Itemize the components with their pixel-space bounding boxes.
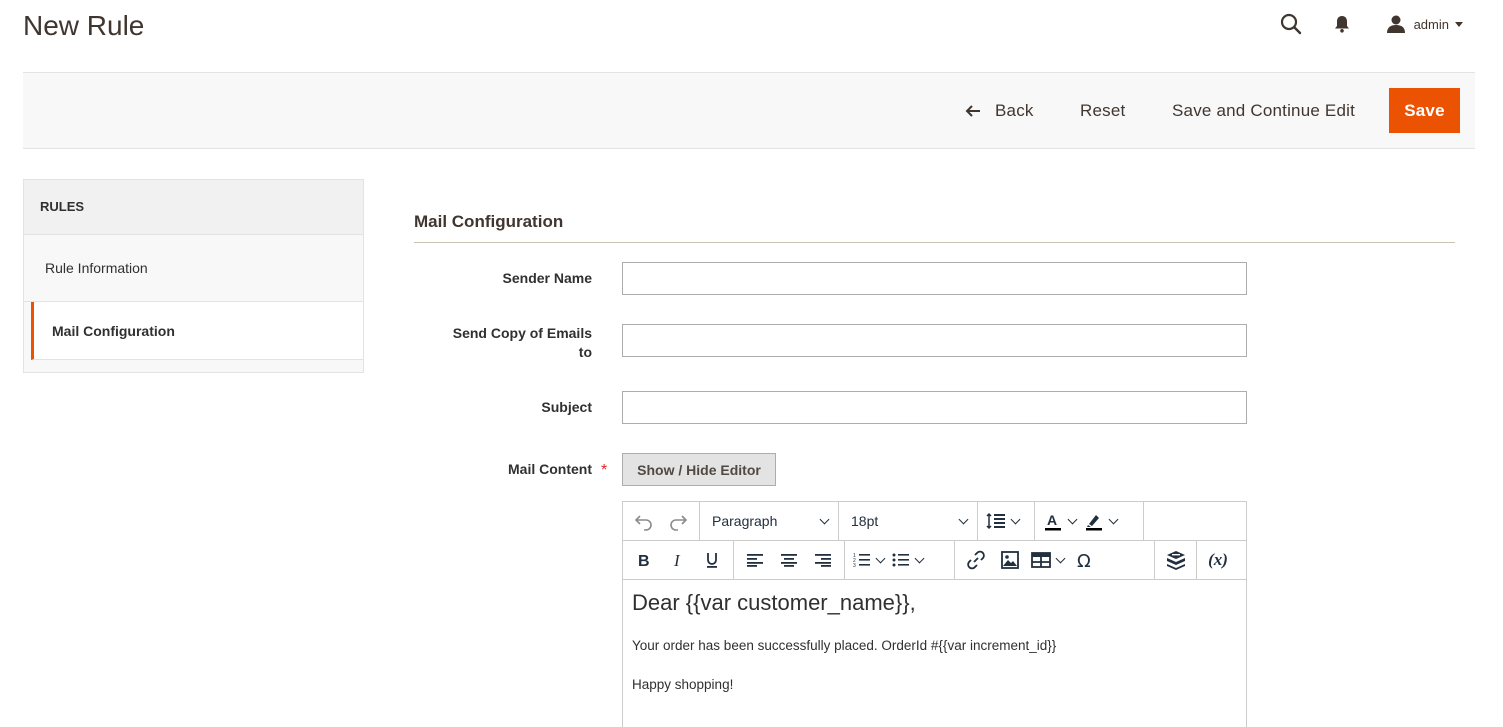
- admin-username: admin: [1413, 16, 1449, 32]
- sidebar-item-label: Rule Information: [45, 260, 148, 276]
- chevron-down-icon: [958, 514, 969, 524]
- underline-icon[interactable]: [695, 545, 729, 575]
- header-actions: admin: [1280, 10, 1463, 38]
- font-size-value: 18pt: [851, 513, 879, 529]
- insert-group: Ω: [955, 541, 1155, 579]
- omega-icon[interactable]: Ω: [1068, 545, 1102, 575]
- content-paragraph-2: Happy shopping!: [632, 677, 734, 692]
- content-paragraph-1: Your order has been successfully placed.…: [632, 638, 1057, 653]
- sender-name-label: Sender Name: [502, 270, 592, 286]
- chevron-down-icon: [1455, 21, 1463, 27]
- image-icon[interactable]: [993, 545, 1027, 575]
- subject-label: Subject: [541, 399, 592, 415]
- chevron-down-icon: [1055, 553, 1066, 563]
- text-color-icon: A: [1045, 512, 1061, 531]
- line-height-button[interactable]: [982, 512, 1023, 530]
- bold-icon[interactable]: B: [627, 545, 661, 575]
- sidebar-title: RULES: [24, 180, 363, 235]
- numbered-list-icon: 123: [853, 553, 870, 568]
- insert-variable-button[interactable]: (x): [1201, 545, 1235, 575]
- sender-name-input[interactable]: [622, 262, 1247, 295]
- back-label: Back: [995, 100, 1034, 120]
- table-button[interactable]: [1027, 551, 1068, 569]
- widget-group: [1155, 541, 1197, 579]
- widget-icon[interactable]: [1159, 545, 1192, 575]
- history-group: [623, 502, 700, 540]
- chevron-down-icon: [1010, 514, 1021, 524]
- chevron-down-icon: [875, 553, 886, 563]
- editor-toolbar-row-1: Paragraph 18pt A: [623, 502, 1246, 541]
- save-button[interactable]: Save: [1389, 88, 1460, 133]
- content-heading: Dear {{var customer_name}},: [632, 590, 916, 615]
- chevron-down-icon: [1108, 514, 1119, 524]
- send-copy-label-line1: Send Copy of Emails: [452, 325, 592, 341]
- highlight-icon: [1086, 515, 1102, 531]
- back-button[interactable]: Back: [965, 88, 1034, 133]
- align-center-icon[interactable]: [772, 545, 806, 575]
- font-size-select[interactable]: 18pt: [839, 502, 978, 540]
- editor-toolbar-row-2: B I 123 Ω (x): [623, 541, 1246, 580]
- sidebar: RULES Rule Information Mail Configuratio…: [23, 179, 364, 373]
- section-divider: [414, 242, 1455, 243]
- chevron-down-icon: [914, 553, 925, 563]
- back-arrow-icon: [965, 104, 981, 118]
- mail-content-label: Mail Content: [508, 461, 592, 477]
- block-format-value: Paragraph: [712, 513, 778, 529]
- format-group: B I: [623, 541, 734, 579]
- table-icon: [1031, 552, 1051, 568]
- subject-input[interactable]: [622, 391, 1247, 424]
- line-height-icon: [986, 512, 1005, 530]
- block-format-select[interactable]: Paragraph: [700, 502, 839, 540]
- align-right-icon[interactable]: [806, 545, 840, 575]
- required-indicator: *: [601, 462, 608, 479]
- editor-content[interactable]: Dear {{var customer_name}}, Your order h…: [623, 580, 1246, 726]
- redo-icon[interactable]: [661, 506, 695, 536]
- page-title: New Rule: [23, 10, 145, 41]
- chevron-down-icon: [1067, 514, 1078, 524]
- bullet-list-button[interactable]: [888, 552, 927, 568]
- show-hide-editor-button[interactable]: Show / Hide Editor: [622, 453, 776, 486]
- reset-button[interactable]: Reset: [1080, 88, 1125, 133]
- align-left-icon[interactable]: [738, 545, 772, 575]
- sidebar-item-label: Mail Configuration: [52, 322, 175, 339]
- list-group: 123: [845, 541, 955, 579]
- section-title: Mail Configuration: [414, 212, 564, 231]
- user-icon: [1386, 15, 1406, 33]
- send-copy-label: Send Copy of Emails to: [392, 324, 592, 362]
- admin-menu[interactable]: admin: [1386, 15, 1463, 33]
- undo-icon[interactable]: [627, 506, 661, 536]
- sidebar-item-mail-configuration[interactable]: Mail Configuration: [31, 302, 363, 360]
- line-height-group: [978, 502, 1035, 540]
- send-copy-input[interactable]: [622, 324, 1247, 357]
- chevron-down-icon: [819, 514, 830, 524]
- italic-icon[interactable]: I: [661, 545, 695, 575]
- link-icon[interactable]: [959, 545, 993, 575]
- color-group: A: [1035, 502, 1144, 540]
- svg-text:I: I: [673, 552, 681, 568]
- highlight-color-button[interactable]: [1080, 511, 1121, 531]
- svg-text:3: 3: [853, 563, 856, 568]
- svg-text:B: B: [638, 553, 650, 568]
- page-actions-bar: Back Reset Save and Continue Edit Save: [23, 72, 1475, 149]
- variable-group: (x): [1197, 541, 1243, 579]
- bell-icon[interactable]: [1334, 15, 1350, 33]
- align-group: [734, 541, 845, 579]
- bullet-list-icon: [892, 553, 909, 567]
- send-copy-label-line2: to: [578, 344, 592, 360]
- numbered-list-button[interactable]: 123: [849, 552, 888, 568]
- save-and-continue-button[interactable]: Save and Continue Edit: [1172, 88, 1355, 133]
- svg-text:A: A: [1047, 512, 1057, 528]
- wysiwyg-editor: Paragraph 18pt A B I 1 2 3 Ω (x) Dear {{…: [622, 501, 1247, 727]
- svg-text:Ω: Ω: [1077, 551, 1091, 570]
- search-icon[interactable]: [1280, 13, 1302, 35]
- sidebar-item-rule-information[interactable]: Rule Information: [24, 235, 363, 302]
- text-color-button[interactable]: A: [1039, 511, 1080, 531]
